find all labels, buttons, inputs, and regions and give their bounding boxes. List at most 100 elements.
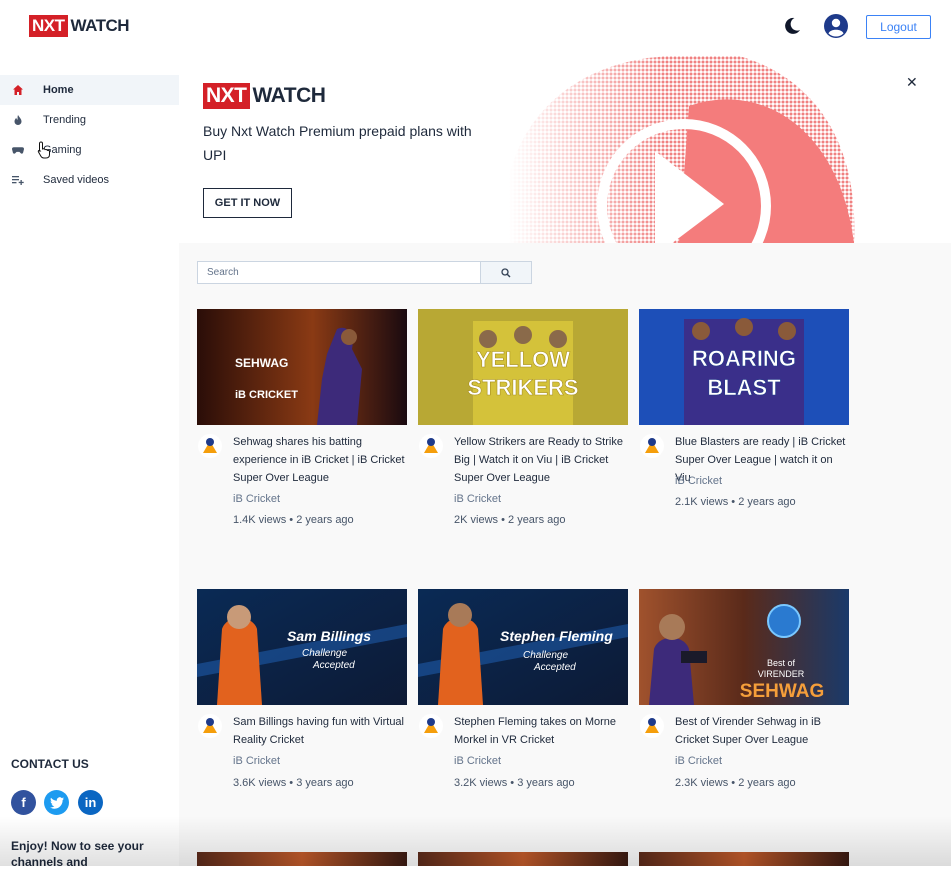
video-card[interactable]: Best of VIRENDER SEHWAG Best of Virender…	[639, 589, 849, 809]
channel-name: iB Cricket	[233, 493, 281, 505]
logo-box: NXT	[203, 83, 250, 109]
video-card[interactable]: Sam Billings Challenge Accepted Sam Bill…	[197, 589, 407, 809]
search-button[interactable]	[480, 261, 532, 284]
video-card[interactable]: Stephen Fleming Challenge Accepted Steph…	[418, 589, 628, 809]
search-input[interactable]	[197, 261, 481, 284]
video-thumbnail[interactable]: YELLOW STRIKERS	[418, 309, 628, 425]
meta-separator: •	[289, 514, 294, 526]
meta-separator: •	[501, 514, 505, 526]
video-thumbnail[interactable]	[418, 852, 628, 866]
twitter-icon[interactable]	[44, 790, 69, 815]
video-title[interactable]: Sam Billings having fun with Virtual Rea…	[233, 713, 405, 749]
video-meta: 2.1K views • 2 years ago	[675, 496, 796, 508]
banner-text: Buy Nxt Watch Premium prepaid plans with…	[203, 123, 472, 163]
views-count: 2K views	[454, 514, 499, 526]
channel-name: iB Cricket	[454, 755, 502, 767]
video-title[interactable]: Yellow Strikers are Ready to Strike Big …	[454, 433, 626, 487]
moon-icon[interactable]	[782, 16, 802, 36]
meta-separator: •	[289, 777, 294, 789]
video-card[interactable]: ROARING BLAST Blue Blasters are ready | …	[639, 309, 849, 549]
published-date: 2 years ago	[296, 514, 354, 526]
video-meta: 2.3K views • 2 years ago	[675, 777, 796, 789]
published-date: 2 years ago	[738, 777, 796, 789]
home-icon	[12, 84, 24, 96]
thumb-text: Accepted	[533, 662, 576, 673]
channel-logo-icon	[419, 714, 443, 738]
logo-text: WATCH	[70, 16, 130, 35]
views-count: 2.1K views	[675, 496, 729, 508]
views-count: 3.2K views	[454, 777, 508, 789]
thumb-text: SEHWAG	[740, 681, 824, 702]
logo-text: WATCH	[252, 84, 326, 107]
video-thumbnail[interactable]	[639, 852, 849, 866]
video-card[interactable]: SEHWAG iB CRICKET Sehwag shares his batt…	[197, 309, 407, 549]
get-it-now-button[interactable]: GET IT NOW	[203, 188, 292, 218]
channel-logo-icon	[198, 434, 222, 458]
channel-name: iB Cricket	[233, 755, 281, 767]
video-title[interactable]: Best of Virender Sehwag in iB Cricket Su…	[675, 713, 847, 749]
premium-banner: NXT WATCH Buy Nxt Watch Premium prepaid …	[179, 56, 951, 243]
logo-box: NXT	[29, 15, 68, 37]
thumb-text: YELLOW	[476, 347, 570, 372]
meta-separator: •	[731, 777, 736, 789]
channel-logo-icon	[640, 434, 664, 458]
channel-name: iB Cricket	[454, 493, 502, 505]
thumb-text: iB CRICKET	[235, 389, 298, 401]
sidebar-item-saved-videos[interactable]: Saved videos	[0, 165, 179, 195]
channel-name: iB Cricket	[675, 755, 723, 767]
thumb-text: Challenge	[523, 650, 568, 661]
sidebar-item-home[interactable]: Home	[0, 75, 179, 105]
thumb-text: Stephen Fleming	[500, 628, 613, 644]
channel-logo-icon	[640, 714, 664, 738]
thumb-text: Sam Billings	[287, 628, 371, 644]
sidebar: Home Trending Gaming Saved videos	[0, 75, 179, 866]
video-title[interactable]: Sehwag shares his batting experience in …	[233, 433, 405, 487]
thumb-text: SEHWAG	[235, 356, 288, 370]
video-thumbnail[interactable]: Sam Billings Challenge Accepted	[197, 589, 407, 705]
top-header: NXT WATCH Logout	[0, 0, 951, 56]
video-thumbnail[interactable]: ROARING BLAST	[639, 309, 849, 425]
thumb-text: BLAST	[707, 375, 781, 400]
close-icon[interactable]: ✕	[906, 75, 918, 89]
nxt-watch-logo[interactable]: NXT WATCH	[29, 15, 130, 37]
views-count: 1.4K views	[233, 514, 287, 526]
published-date: 2 years ago	[508, 514, 566, 526]
logout-button[interactable]: Logout	[866, 15, 931, 39]
fire-icon	[12, 114, 24, 126]
video-card[interactable]: YELLOW STRIKERS Yellow Strikers are Read…	[418, 309, 628, 549]
video-meta: 3.2K views • 3 years ago	[454, 777, 575, 789]
video-meta: 2K views • 2 years ago	[454, 514, 566, 526]
channel-logo-icon	[419, 434, 443, 458]
video-thumbnail[interactable]: Best of VIRENDER SEHWAG	[639, 589, 849, 705]
hand-cursor-icon	[37, 141, 50, 159]
channel-name: iB Cricket	[675, 475, 723, 487]
sidebar-item-label: Home	[43, 84, 74, 96]
contact-us-heading: CONTACT US	[11, 757, 89, 771]
video-title[interactable]: Stephen Fleming takes on Morne Morkel in…	[454, 713, 626, 749]
meta-separator: •	[731, 496, 736, 508]
video-meta: 3.6K views • 3 years ago	[233, 777, 354, 789]
profile-avatar-icon[interactable]	[823, 13, 849, 39]
search-icon	[501, 267, 511, 277]
meta-separator: •	[510, 777, 515, 789]
video-thumbnail[interactable]: Stephen Fleming Challenge Accepted	[418, 589, 628, 705]
views-count: 3.6K views	[233, 777, 287, 789]
video-thumbnail[interactable]: SEHWAG iB CRICKET	[197, 309, 407, 425]
thumb-text: Accepted	[312, 660, 355, 671]
video-thumbnail[interactable]	[197, 852, 407, 866]
facebook-icon[interactable]: f	[11, 790, 36, 815]
sidebar-item-gaming[interactable]: Gaming	[0, 135, 179, 165]
channel-logo-icon	[198, 714, 222, 738]
thumb-text: Challenge	[302, 648, 347, 659]
contact-description: Enjoy! Now to see your channels and	[11, 839, 144, 869]
sidebar-item-label: Saved videos	[43, 174, 110, 186]
playlist-add-icon	[12, 174, 24, 186]
sidebar-item-trending[interactable]: Trending	[0, 105, 179, 135]
published-date: 2 years ago	[738, 496, 796, 508]
published-date: 3 years ago	[296, 777, 354, 789]
banner-logo: NXT WATCH	[203, 83, 326, 109]
linkedin-icon[interactable]: in	[78, 790, 103, 815]
video-feed: SEHWAG iB CRICKET Sehwag shares his batt…	[179, 243, 951, 866]
video-meta: 1.4K views • 2 years ago	[233, 514, 354, 526]
thumb-text: STRIKERS	[467, 375, 578, 400]
